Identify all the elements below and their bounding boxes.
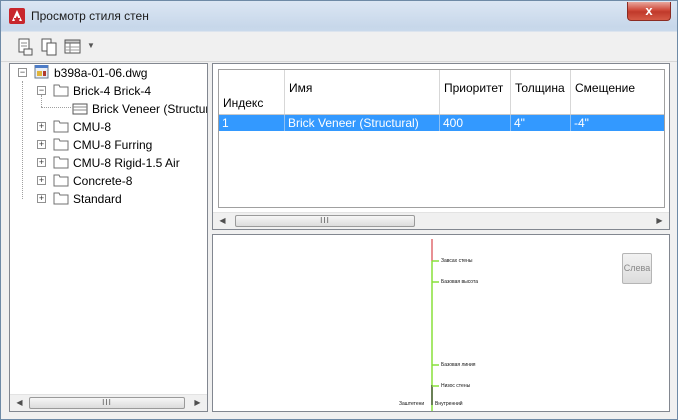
cell-priority: 400 xyxy=(440,115,511,131)
label-wall-bottom: Низос стены xyxy=(441,383,471,389)
drawing-file-icon xyxy=(34,65,49,79)
wall-preview-panel: Завсах стены Базовая высота Базовая лини… xyxy=(212,234,670,412)
label-interior: Внутренний xyxy=(435,401,463,407)
view-left-button[interactable]: Слева xyxy=(622,253,652,284)
tree-item-label: CMU-8 Rigid-1.5 Air xyxy=(73,156,180,170)
tree-item-concrete-8[interactable]: + Concrete-8 xyxy=(10,172,207,190)
dropdown-arrow-icon[interactable]: ▼ xyxy=(87,41,95,50)
expand-icon[interactable]: + xyxy=(37,158,46,167)
cell-thickness: 4" xyxy=(511,115,571,131)
table-header: Индекс Имя Приоритет Толщина Смещение xyxy=(219,70,664,115)
scroll-thumb[interactable]: III xyxy=(29,397,185,409)
wall-style-viewer-window: Просмотр стиля стен x ▼ − b398a-01-06.dw… xyxy=(0,0,678,420)
window-title: Просмотр стиля стен xyxy=(31,9,149,23)
tree-item-label: Brick Veneer (Structural) xyxy=(92,102,208,116)
tree-item-cmu-8-furring[interactable]: + CMU-8 Furring xyxy=(10,136,207,154)
label-base-height: Базовая высота xyxy=(441,279,478,285)
open-drawing-icon[interactable] xyxy=(15,37,35,57)
column-header-priority[interactable]: Приоритет xyxy=(440,70,511,114)
folder-icon xyxy=(53,156,69,169)
tree-item-root[interactable]: − b398a-01-06.dwg xyxy=(10,64,207,82)
toolbar-divider xyxy=(1,61,677,62)
folder-icon xyxy=(53,84,69,97)
components-table-panel: Индекс Имя Приоритет Толщина Смещение 1 … xyxy=(212,63,670,230)
components-table: Индекс Имя Приоритет Толщина Смещение 1 … xyxy=(218,69,665,208)
folder-icon xyxy=(53,138,69,151)
scroll-left-icon[interactable]: ◀ xyxy=(11,395,28,411)
label-baseline: Базовая линия xyxy=(441,362,476,368)
cell-name: Brick Veneer (Structural) xyxy=(285,115,440,131)
tree-item-label: Standard xyxy=(73,192,122,206)
copy-icon[interactable] xyxy=(39,37,59,57)
table-row[interactable]: 1 Brick Veneer (Structural) 400 4" -4" xyxy=(219,115,664,131)
tree-item-brick-4[interactable]: − Brick-4 Brick-4 xyxy=(10,82,207,100)
column-header-offset[interactable]: Смещение xyxy=(571,70,664,114)
tree-item-cmu-8-rigid[interactable]: + CMU-8 Rigid-1.5 Air xyxy=(10,154,207,172)
column-header-thickness[interactable]: Толщина xyxy=(511,70,571,114)
label-exterior: Заштетени xyxy=(399,401,425,407)
table-view-icon[interactable] xyxy=(63,37,83,57)
tree-item-cmu-8[interactable]: + CMU-8 xyxy=(10,118,207,136)
folder-icon xyxy=(53,174,69,187)
style-tree-panel: − b398a-01-06.dwg − Brick-4 Brick-4 Bric… xyxy=(9,63,208,412)
tree-item-label: b398a-01-06.dwg xyxy=(54,66,148,80)
wall-component-icon xyxy=(72,103,88,115)
expand-icon[interactable]: + xyxy=(37,122,46,131)
tree-item-brick-veneer[interactable]: Brick Veneer (Structural) xyxy=(10,100,208,118)
expand-icon[interactable]: + xyxy=(37,140,46,149)
folder-icon xyxy=(53,120,69,133)
tree-horizontal-scrollbar[interactable]: ◀ III ▶ xyxy=(10,394,207,411)
column-header-name[interactable]: Имя xyxy=(285,70,440,114)
scroll-thumb[interactable]: III xyxy=(235,215,415,227)
title-bar: Просмотр стиля стен x xyxy=(1,1,677,31)
scroll-left-icon[interactable]: ◀ xyxy=(214,213,231,229)
close-button[interactable]: x xyxy=(627,2,671,21)
expand-icon[interactable]: + xyxy=(37,194,46,203)
folder-icon xyxy=(53,192,69,205)
tree-item-label: CMU-8 Furring xyxy=(73,138,153,152)
cell-index: 1 xyxy=(219,115,285,131)
tree-item-label: CMU-8 xyxy=(73,120,111,134)
column-header-index[interactable]: Индекс xyxy=(219,70,285,114)
label-wall-top: Завсах стены xyxy=(441,258,473,264)
scroll-right-icon[interactable]: ▶ xyxy=(651,213,668,229)
table-horizontal-scrollbar[interactable]: ◀ III ▶ xyxy=(213,212,669,229)
cell-offset: -4" xyxy=(574,116,589,130)
tree-item-label: Concrete-8 xyxy=(73,174,133,188)
expand-icon[interactable]: + xyxy=(37,176,46,185)
collapse-icon[interactable]: − xyxy=(18,68,27,77)
scroll-right-icon[interactable]: ▶ xyxy=(189,395,206,411)
autocad-app-icon xyxy=(9,8,25,24)
tree-item-label: Brick-4 Brick-4 xyxy=(73,84,152,98)
tree-item-standard[interactable]: + Standard xyxy=(10,190,207,208)
collapse-icon[interactable]: − xyxy=(37,86,46,95)
toolbar: ▼ xyxy=(9,35,109,59)
